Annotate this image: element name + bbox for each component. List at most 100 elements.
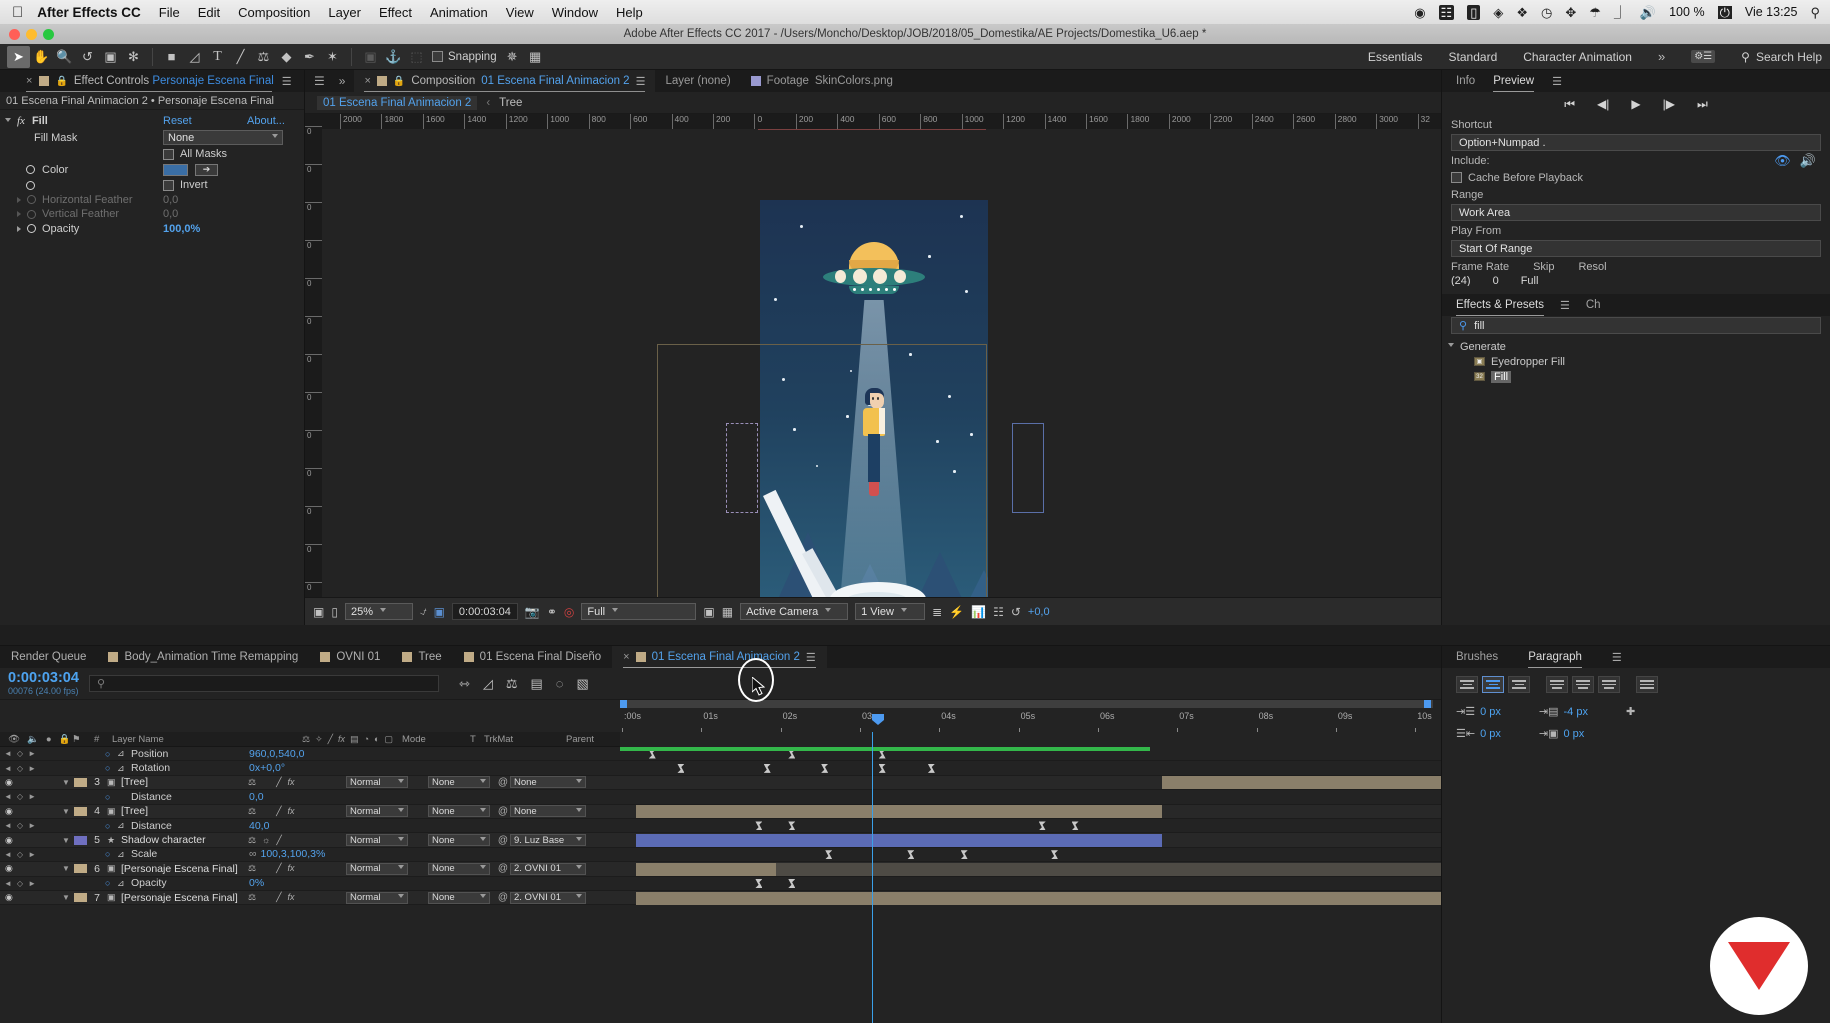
- current-time-field[interactable]: 0:00:03:04: [451, 603, 518, 620]
- chevron-down-icon[interactable]: [5, 117, 11, 125]
- skip-to-end-icon[interactable]: ⏭: [1697, 97, 1708, 112]
- timeline-tab-4[interactable]: 01 Escena Final Diseño: [453, 646, 612, 668]
- show-channel-icon[interactable]: ◎: [564, 605, 574, 619]
- play-from-value-field[interactable]: Start Of Range: [1451, 240, 1821, 257]
- hand-tool-icon[interactable]: ✋: [30, 46, 53, 68]
- video-visibility-toggle[interactable]: ◉: [0, 835, 14, 846]
- tab-brushes[interactable]: Brushes: [1456, 646, 1498, 668]
- pen-tool-icon[interactable]: ◿: [183, 46, 206, 68]
- space-after-value[interactable]: 0 px: [1564, 728, 1585, 740]
- keyframe[interactable]: [788, 879, 795, 888]
- quality-draft-icon[interactable]: ╱: [276, 777, 281, 788]
- keyframe[interactable]: [907, 850, 914, 859]
- indent-right-value[interactable]: 0 px: [1480, 728, 1501, 740]
- effects-search-field[interactable]: ⚲ fill: [1451, 317, 1821, 334]
- table-row[interactable]: ◉ ▼ 3 ▣ [Tree] ⚖ ╱ fx Normal None @ None: [0, 775, 1441, 791]
- color-swatch-button[interactable]: [163, 163, 188, 176]
- lock-icon[interactable]: 🔒: [393, 76, 405, 87]
- keyframe[interactable]: [1072, 821, 1079, 830]
- next-keyframe-icon[interactable]: ►: [28, 879, 36, 888]
- property-value[interactable]: 0,0: [163, 194, 178, 206]
- puppet-pin-tool-icon[interactable]: ✶: [321, 46, 344, 68]
- quality-icon[interactable]: ☼: [262, 835, 270, 846]
- parent-pickwhip-icon[interactable]: @: [496, 892, 510, 903]
- camera-tool-icon[interactable]: ▣: [99, 46, 122, 68]
- keyframe[interactable]: [1051, 850, 1058, 859]
- parent-dropdown[interactable]: None: [510, 776, 586, 789]
- video-visibility-toggle[interactable]: ◉: [0, 777, 14, 788]
- brush-tool-icon[interactable]: ╱: [229, 46, 252, 68]
- stopwatch-icon[interactable]: ○: [105, 763, 117, 773]
- workspace-settings-icon[interactable]: ⚙☰: [1691, 50, 1716, 63]
- property-value[interactable]: 0%: [249, 877, 264, 889]
- blend-mode-dropdown[interactable]: Normal: [346, 805, 408, 818]
- keyframe[interactable]: [764, 764, 771, 773]
- layer-name[interactable]: [Personaje Escena Final]: [121, 863, 246, 875]
- stopwatch-icon[interactable]: ○: [105, 792, 117, 802]
- table-row[interactable]: ◉ ▼ 5 ★ Shadow character ⚖ ☼ ╱ Normal None @9. Luz…: [0, 833, 1441, 848]
- screen-share-icon[interactable]: ☷: [1438, 4, 1455, 20]
- table-row[interactable]: ◉ ▼ 4 ▣ [Tree] ⚖ ╱ fx Normal None @ None: [0, 804, 1441, 819]
- evernote-icon[interactable]: ❖: [1516, 6, 1528, 19]
- layer-label-color[interactable]: [74, 864, 87, 874]
- menu-effect[interactable]: Effect: [379, 5, 412, 20]
- property-value[interactable]: 0,0: [249, 791, 264, 803]
- menu-file[interactable]: File: [159, 5, 180, 20]
- resolution-value[interactable]: Full: [1521, 275, 1539, 286]
- parent-dropdown[interactable]: 9. Luz Base: [510, 834, 586, 847]
- keyframe[interactable]: [825, 850, 832, 859]
- keyframe[interactable]: [755, 821, 762, 830]
- display-icon[interactable]: ▯: [1467, 4, 1481, 20]
- workspace-essentials[interactable]: Essentials: [1368, 50, 1423, 64]
- parent-dropdown[interactable]: 2. OVNI 01: [510, 891, 586, 904]
- menu-animation[interactable]: Animation: [430, 5, 488, 20]
- stopwatch-icon[interactable]: [27, 195, 36, 205]
- keyframe-toggle-icon[interactable]: ◇: [17, 764, 23, 773]
- layer-duration-bar[interactable]: [636, 805, 1162, 819]
- graph-editor-icon[interactable]: ⊿: [117, 748, 131, 759]
- camera-dropdown[interactable]: Active Camera: [740, 603, 849, 620]
- search-help-input[interactable]: Search Help: [1756, 50, 1822, 64]
- about-button[interactable]: About...: [247, 115, 285, 127]
- play-icon[interactable]: ▶: [1631, 97, 1640, 111]
- rotation-tool-icon[interactable]: ↺: [76, 46, 99, 68]
- fill-mask-dropdown[interactable]: None: [163, 130, 283, 145]
- property-value[interactable]: 100,0%: [163, 223, 200, 235]
- timeline-tab-2[interactable]: OVNI 01: [309, 646, 391, 668]
- parent-pickwhip-icon[interactable]: @: [496, 777, 510, 788]
- hide-shy-layers-icon[interactable]: ⚖: [506, 676, 518, 692]
- next-keyframe-icon[interactable]: ►: [28, 764, 36, 773]
- layer-name[interactable]: [Tree]: [121, 776, 246, 788]
- step-forward-icon[interactable]: |▶: [1663, 97, 1675, 111]
- dropbox-icon[interactable]: ◈: [1493, 6, 1503, 19]
- parent-pickwhip-icon[interactable]: @: [496, 806, 510, 817]
- blend-mode-dropdown[interactable]: Normal: [346, 862, 408, 875]
- next-keyframe-icon[interactable]: ►: [28, 821, 36, 830]
- layer-name[interactable]: [Tree]: [121, 805, 246, 817]
- chevron-down-icon[interactable]: ▼: [62, 807, 74, 816]
- keyframe[interactable]: [821, 764, 828, 773]
- timeline-tab-1[interactable]: Body_Animation Time Remapping: [97, 646, 309, 668]
- toggle-view-icon[interactable]: ▯: [331, 605, 338, 619]
- menu-window[interactable]: Window: [552, 5, 598, 20]
- effect-eyedropper-fill[interactable]: ▣ Eyedropper Fill: [1448, 354, 1830, 369]
- panel-menu-icon[interactable]: ☰: [314, 74, 325, 88]
- previous-keyframe-icon[interactable]: ◄: [4, 850, 12, 859]
- type-tool-icon[interactable]: T: [206, 46, 229, 68]
- chevron-right-icon[interactable]: [17, 211, 21, 218]
- property-value[interactable]: 40,0: [249, 820, 269, 832]
- workspace-overflow-icon[interactable]: »: [1658, 49, 1665, 64]
- property-value[interactable]: 960,0,540,0: [249, 748, 304, 760]
- work-area-start-handle[interactable]: [620, 700, 627, 708]
- work-area-end-handle[interactable]: [1424, 700, 1431, 708]
- collapse-transformations-icon[interactable]: ⚖: [248, 806, 256, 817]
- snapping-toggle[interactable]: Snapping: [432, 51, 497, 63]
- keyframe[interactable]: [755, 879, 762, 888]
- menu-view[interactable]: View: [506, 5, 534, 20]
- fx-icon[interactable]: fx: [288, 863, 295, 874]
- toggle-guides-icon[interactable]: ▦: [722, 605, 733, 619]
- parent-pickwhip-icon[interactable]: @: [496, 863, 510, 874]
- collapse-transformations-icon[interactable]: ⚖: [248, 835, 256, 846]
- keyframe[interactable]: [1039, 821, 1046, 830]
- tab-preview[interactable]: Preview: [1493, 70, 1535, 92]
